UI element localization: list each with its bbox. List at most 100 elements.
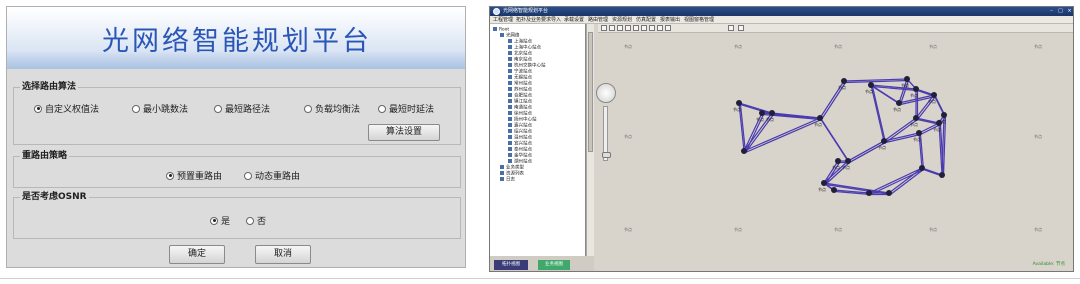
- network-node[interactable]: [741, 148, 747, 154]
- tab-business-view[interactable]: 业务视图: [538, 260, 570, 270]
- zoom-slider[interactable]: [602, 106, 611, 161]
- tree-node-icon: [508, 159, 512, 163]
- network-node[interactable]: [896, 100, 902, 106]
- network-node[interactable]: [868, 82, 874, 88]
- zoom-slider-thumb[interactable]: [602, 152, 611, 158]
- network-node[interactable]: [817, 115, 823, 121]
- network-node[interactable]: [913, 86, 919, 92]
- fiber-link[interactable]: [847, 140, 885, 162]
- radio-dot[interactable]: [166, 171, 174, 180]
- network-node[interactable]: [866, 190, 872, 196]
- fiber-link[interactable]: [933, 94, 945, 116]
- fiber-link[interactable]: [871, 86, 887, 143]
- radio-min-delay[interactable]: 最短时延法: [378, 102, 434, 115]
- menu-import[interactable]: 拓扑及业务要求导入: [516, 16, 561, 24]
- radio-dot[interactable]: [244, 171, 252, 180]
- tree-item-label: 温州站点: [514, 135, 532, 141]
- maximize-icon[interactable]: □: [1057, 8, 1064, 14]
- close-icon[interactable]: ×: [1066, 8, 1073, 14]
- network-node[interactable]: [841, 78, 847, 84]
- network-node[interactable]: [881, 138, 887, 144]
- menu-project[interactable]: 工程管理: [493, 16, 513, 24]
- tree-item-label: Root: [499, 27, 510, 33]
- scroll-thumb[interactable]: [588, 32, 593, 152]
- algorithm-settings-button[interactable]: 算法设置: [368, 124, 440, 141]
- node-label: 节点: [878, 144, 886, 150]
- tree-node-icon: [508, 39, 512, 43]
- pan-control[interactable]: [596, 83, 616, 103]
- radio-dot[interactable]: [304, 104, 312, 113]
- radio-dot[interactable]: [214, 104, 222, 113]
- search-icon[interactable]: [728, 25, 734, 31]
- confirm-button[interactable]: 确定: [169, 245, 225, 264]
- link-icon[interactable]: [657, 25, 663, 31]
- radio-custom-weight[interactable]: 自定义权值法: [34, 102, 99, 115]
- radio-osnr-no[interactable]: 否: [246, 214, 266, 227]
- fiber-link[interactable]: [738, 102, 773, 114]
- fiber-link[interactable]: [820, 119, 851, 163]
- select-icon[interactable]: [609, 25, 615, 31]
- pan-icon[interactable]: [617, 25, 623, 31]
- network-node[interactable]: [913, 115, 919, 121]
- radio-shortest-path[interactable]: 最短路径法: [214, 102, 270, 115]
- zoom-out-icon[interactable]: [633, 25, 639, 31]
- tree-item-label: 苏州站点: [514, 87, 532, 93]
- radio-dot[interactable]: [210, 216, 218, 225]
- network-node[interactable]: [845, 158, 851, 164]
- radio-dynamic-reroute[interactable]: 动态重路由: [244, 169, 300, 182]
- radio-min-hop[interactable]: 最小跳数法: [132, 102, 188, 115]
- network-node[interactable]: [759, 110, 765, 116]
- network-node[interactable]: [941, 112, 947, 118]
- network-node[interactable]: [916, 130, 922, 136]
- network-node[interactable]: [769, 110, 775, 116]
- menu-routing[interactable]: 路由管理: [588, 16, 608, 24]
- radio-dot[interactable]: [246, 216, 254, 225]
- network-node[interactable]: [931, 92, 937, 98]
- network-node[interactable]: [831, 187, 837, 193]
- tree-item-category[interactable]: 日志: [500, 177, 515, 183]
- node-icon[interactable]: [649, 25, 655, 31]
- network-node[interactable]: [886, 190, 892, 196]
- topology-tree[interactable]: Root 光网络 上海站点 上海中心站点 北京站点 南京站点 杭州交换中心站 宁波站点 无锡站点…: [490, 24, 586, 256]
- tab-topology-view[interactable]: 拓扑视图: [494, 260, 528, 270]
- grid-node-label: 节点: [834, 226, 842, 232]
- pointer-icon[interactable]: [601, 25, 607, 31]
- network-node[interactable]: [919, 165, 925, 171]
- cancel-button[interactable]: 取消: [255, 245, 311, 264]
- menu-report[interactable]: 报表输出: [660, 16, 680, 24]
- menu-resource[interactable]: 资源规划: [612, 16, 632, 24]
- tree-node-icon: [508, 69, 512, 73]
- refresh-icon[interactable]: [738, 25, 744, 31]
- zoom-in-icon[interactable]: [625, 25, 631, 31]
- network-topology-map[interactable]: 节点 节点 节点 节点 节点节点 节点节点 节点 节点 节点 节点节点节点 节点节点节点节点节点节点…: [594, 33, 1074, 272]
- fiber-link[interactable]: [888, 167, 923, 194]
- reroute-strategy-group: 重路由策略 预置重路由 动态重路由: [13, 151, 461, 188]
- tree-item-label: 光网络: [506, 33, 520, 39]
- fiber-link[interactable]: [870, 168, 924, 196]
- radio-osnr-yes[interactable]: 是: [210, 214, 230, 227]
- fiber-link[interactable]: [743, 117, 821, 152]
- network-node[interactable]: [821, 180, 827, 186]
- fit-icon[interactable]: [641, 25, 647, 31]
- radio-label: 是: [221, 217, 231, 227]
- network-node[interactable]: [904, 76, 910, 82]
- fiber-link[interactable]: [868, 167, 923, 194]
- minimize-icon[interactable]: –: [1048, 8, 1055, 14]
- fiber-link[interactable]: [921, 167, 943, 176]
- node-label: 节点: [733, 106, 741, 112]
- menu-bearer[interactable]: 承载设置: [564, 16, 584, 24]
- network-node[interactable]: [736, 100, 742, 106]
- delete-icon[interactable]: [665, 25, 671, 31]
- radio-preset-reroute[interactable]: 预置重路由: [166, 169, 222, 182]
- network-node[interactable]: [835, 158, 841, 164]
- radio-dot[interactable]: [34, 104, 42, 113]
- radio-load-balance[interactable]: 负载均衡法: [304, 102, 360, 115]
- network-node[interactable]: [939, 172, 945, 178]
- menu-view[interactable]: 视图窗格管理: [684, 16, 714, 24]
- tree-scrollbar[interactable]: [586, 24, 594, 256]
- menu-simulation[interactable]: 仿真配置: [636, 16, 656, 24]
- radio-dot[interactable]: [378, 104, 386, 113]
- fiber-link[interactable]: [890, 169, 924, 195]
- tree-item-label: 徐州站点: [514, 111, 532, 117]
- radio-dot[interactable]: [132, 104, 140, 113]
